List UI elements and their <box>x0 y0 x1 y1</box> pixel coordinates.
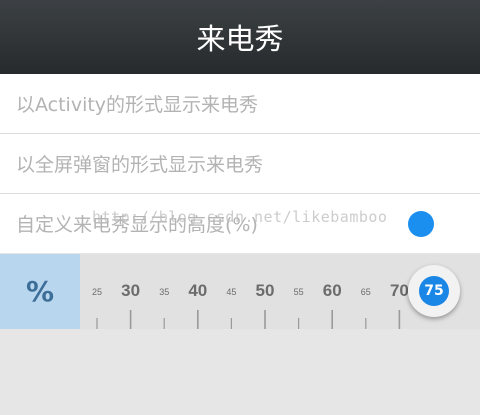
setting-label: 自定义来电秀显示的高度(%) <box>16 214 258 236</box>
selected-value: 75 <box>419 276 449 306</box>
unit-label: % <box>0 254 80 329</box>
ruler-tick-label: 30 <box>121 281 140 300</box>
setting-label: 以全屏弹窗的形式显示来电秀 <box>16 154 264 176</box>
ruler-tick-label: 40 <box>188 281 207 300</box>
ruler-tick-label: 35 <box>159 287 169 297</box>
setting-fullscreen-popup[interactable]: 以全屏弹窗的形式显示来电秀 <box>0 134 480 194</box>
ruler-tick-label: 25 <box>92 287 102 297</box>
title-bar: 来电秀 <box>0 0 480 74</box>
status-dot-icon <box>408 211 434 237</box>
ruler-tick-label: 55 <box>294 287 304 297</box>
setting-label: 以Activity的形式显示来电秀 <box>16 94 259 116</box>
ruler-tick-label: 65 <box>361 287 371 297</box>
ruler-tick-label: 50 <box>256 281 275 300</box>
ruler-tick-label: 60 <box>323 281 342 300</box>
ruler-tick-label: 70 <box>390 281 409 300</box>
empty-area <box>0 329 480 415</box>
ruler-thumb[interactable]: 75 <box>408 265 460 317</box>
setting-activity-mode[interactable]: 以Activity的形式显示来电秀 <box>0 74 480 134</box>
page-title: 来电秀 <box>196 22 284 56</box>
ruler-tick-label: 45 <box>226 287 236 297</box>
